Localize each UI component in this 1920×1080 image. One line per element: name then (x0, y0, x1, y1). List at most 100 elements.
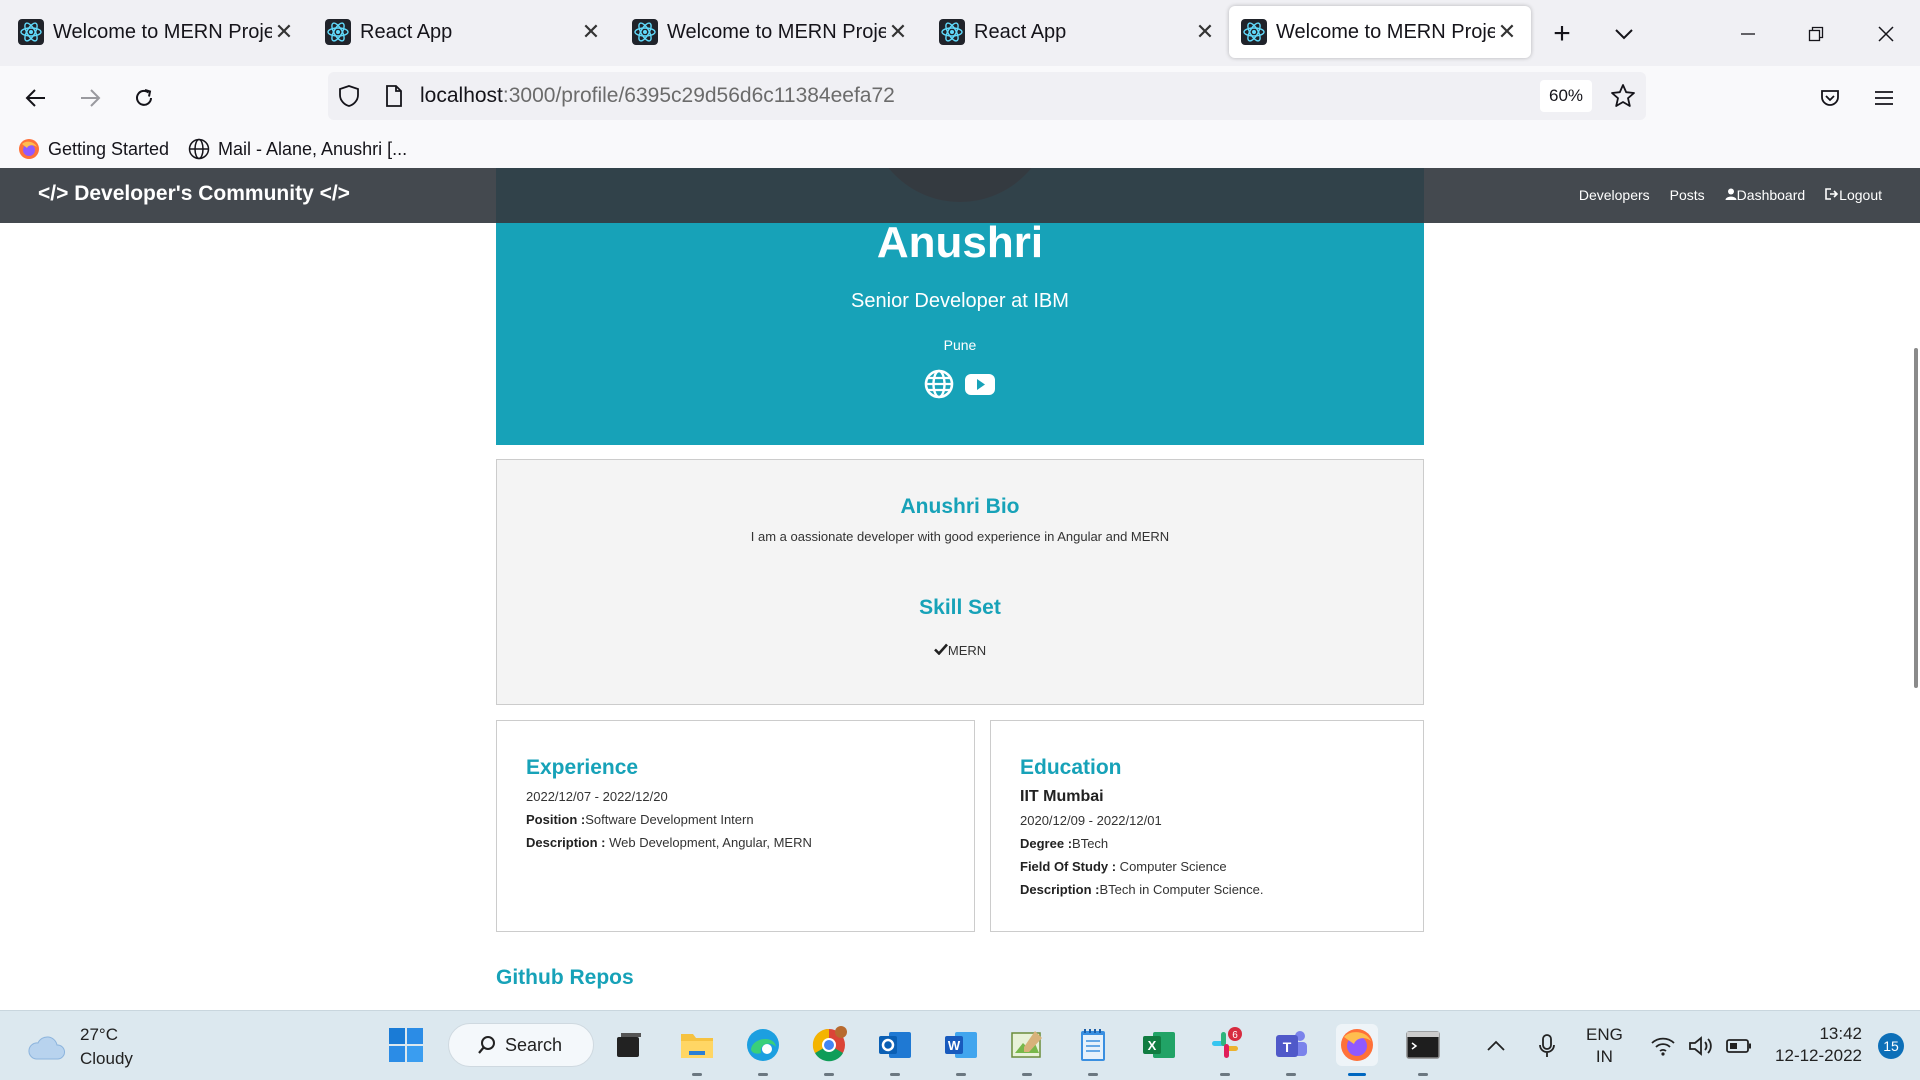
taskbar-app-slack[interactable]: 6 (1204, 1024, 1246, 1076)
experience-description: Description : Web Development, Angular, … (526, 831, 954, 854)
experience-card: Experience 2022/12/07 - 2022/12/20 Posit… (496, 720, 975, 932)
taskbar-app-paint[interactable] (1006, 1024, 1048, 1076)
quick-settings[interactable] (1650, 1011, 1752, 1080)
minimize-button[interactable] (1732, 18, 1764, 50)
language-code: ENG (1586, 1025, 1623, 1044)
star-bookmark-icon[interactable] (1610, 83, 1636, 109)
react-icon (325, 19, 351, 45)
task-view-icon (617, 1033, 641, 1057)
sign-out-icon (1825, 188, 1839, 200)
field-label: Field Of Study : (1020, 859, 1117, 874)
search-label: Search (505, 1034, 563, 1055)
bookmarks-toolbar: Getting Started Mail - Alane, Anushri [.… (0, 130, 1920, 168)
edge-icon (747, 1029, 779, 1061)
tab-title: Welcome to MERN Project (53, 20, 272, 43)
skill-label: MERN (947, 643, 987, 658)
close-tab-icon[interactable]: ✕ (272, 19, 296, 45)
brand-logo[interactable]: </> Developer's Community </> (38, 182, 350, 206)
globe-icon (188, 138, 210, 160)
shield-icon[interactable] (338, 84, 360, 108)
close-window-button[interactable] (1870, 18, 1902, 50)
globe-icon[interactable] (924, 369, 954, 399)
experience-title: Experience (526, 756, 639, 779)
slack-icon: 6 (1212, 1027, 1242, 1058)
address-bar[interactable]: localhost:3000/profile/6395c29d56d6c1138… (328, 72, 1646, 120)
taskbar-app-outlook[interactable] (874, 1024, 916, 1076)
bio-card: Anushri Bio I am a oassionate developer … (496, 459, 1424, 705)
show-hidden-icons-button[interactable] (1486, 1011, 1506, 1080)
pocket-icon (1821, 90, 1839, 106)
taskbar-app-chrome[interactable] (808, 1024, 850, 1076)
forward-button[interactable] (72, 80, 108, 116)
page-scrollbar[interactable] (1914, 348, 1918, 688)
taskbar-app-edge[interactable] (742, 1024, 784, 1076)
close-tab-icon[interactable]: ✕ (1193, 19, 1217, 45)
browser-tab[interactable]: Welcome to MERN Project ✕ (6, 6, 308, 58)
close-tab-icon[interactable]: ✕ (579, 19, 603, 45)
new-tab-button[interactable]: + (1546, 17, 1578, 50)
nav-link-dashboard[interactable]: Dashboard (1725, 187, 1806, 203)
page-icon (386, 85, 402, 107)
excel-icon: X (1143, 1032, 1175, 1058)
taskbar-app-teams[interactable]: T (1270, 1024, 1312, 1076)
restore-button[interactable] (1800, 18, 1832, 50)
microphone-button[interactable] (1538, 1011, 1556, 1080)
url-text[interactable]: localhost:3000/profile/6395c29d56d6c1138… (420, 84, 895, 108)
position-label: Position : (526, 812, 586, 827)
react-icon (18, 19, 44, 45)
url-host: localhost (420, 84, 503, 107)
slack-badge: 6 (1232, 1030, 1238, 1041)
browser-tab-active[interactable]: Welcome to MERN Project ✕ (1229, 6, 1531, 58)
menu-button[interactable] (1866, 80, 1902, 116)
bookmark-mail[interactable]: Mail - Alane, Anushri [... (188, 136, 407, 162)
browser-tab[interactable]: React App ✕ (927, 6, 1229, 58)
page-viewport: </> Developer's Community </> Developers… (0, 168, 1920, 1010)
browser-tab[interactable]: Welcome to MERN Project ✕ (620, 6, 922, 58)
nav-link-logout-label: Logout (1839, 187, 1882, 203)
browser-tab[interactable]: React App ✕ (313, 6, 615, 58)
bookmark-label: Mail - Alane, Anushri [... (218, 138, 408, 159)
start-button[interactable] (385, 1024, 427, 1066)
nav-link-dashboard-label: Dashboard (1736, 187, 1806, 203)
taskbar-app-excel[interactable]: X (1138, 1024, 1180, 1066)
firefox-icon (19, 139, 39, 159)
close-tab-icon[interactable]: ✕ (886, 19, 910, 45)
taskbar-app-notepad[interactable] (1072, 1024, 1114, 1076)
bookmark-getting-started[interactable]: Getting Started (18, 136, 169, 162)
weather-widget[interactable]: 27°C Cloudy (26, 1023, 133, 1071)
system-clock[interactable]: 13:42 12-12-2022 (1775, 1023, 1862, 1067)
check-icon (933, 643, 948, 656)
nav-link-logout[interactable]: Logout (1825, 187, 1882, 203)
experience-position: Position :Software Development Intern (526, 808, 954, 831)
close-tab-icon[interactable]: ✕ (1495, 19, 1519, 45)
taskbar-app-terminal[interactable] (1402, 1024, 1444, 1076)
taskbar-app-firefox[interactable] (1336, 1024, 1378, 1076)
tab-title: Welcome to MERN Project (667, 20, 886, 43)
task-view-button[interactable] (608, 1024, 650, 1066)
pocket-button[interactable] (1812, 80, 1848, 116)
wifi-icon (1651, 1037, 1675, 1056)
skills-title: Skill Set (919, 596, 1001, 619)
outlook-icon (879, 1032, 911, 1058)
education-card: Education IIT Mumbai 2020/12/09 - 2022/1… (990, 720, 1424, 932)
taskbar-search[interactable]: Search (448, 1023, 594, 1067)
notification-count-badge[interactable]: 15 (1878, 1033, 1904, 1059)
zoom-level-button[interactable]: 60% (1540, 80, 1592, 112)
nav-link-posts[interactable]: Posts (1670, 187, 1705, 203)
bio-title: Anushri Bio (900, 495, 1020, 518)
list-tabs-button[interactable] (1608, 18, 1640, 50)
reload-button[interactable] (126, 80, 162, 116)
back-button[interactable] (18, 80, 54, 116)
github-repos-title: Github Repos (496, 966, 634, 989)
youtube-icon[interactable] (964, 369, 996, 399)
windows-logo-icon (389, 1028, 423, 1062)
taskbar-app-file-explorer[interactable] (676, 1024, 718, 1076)
language-indicator[interactable]: ENG IN (1586, 1011, 1623, 1080)
taskbar-app-word[interactable]: W (940, 1024, 982, 1076)
social-links (496, 369, 1424, 399)
windows-taskbar: 27°C Cloudy Search W X 6 T ENG IN 13:42 … (0, 1010, 1920, 1080)
url-path: :3000/profile/6395c29d56d6c11384eefa72 (502, 84, 895, 107)
cloud-icon (28, 1036, 65, 1060)
nav-link-developers[interactable]: Developers (1579, 187, 1650, 203)
folder-icon (681, 1034, 713, 1058)
